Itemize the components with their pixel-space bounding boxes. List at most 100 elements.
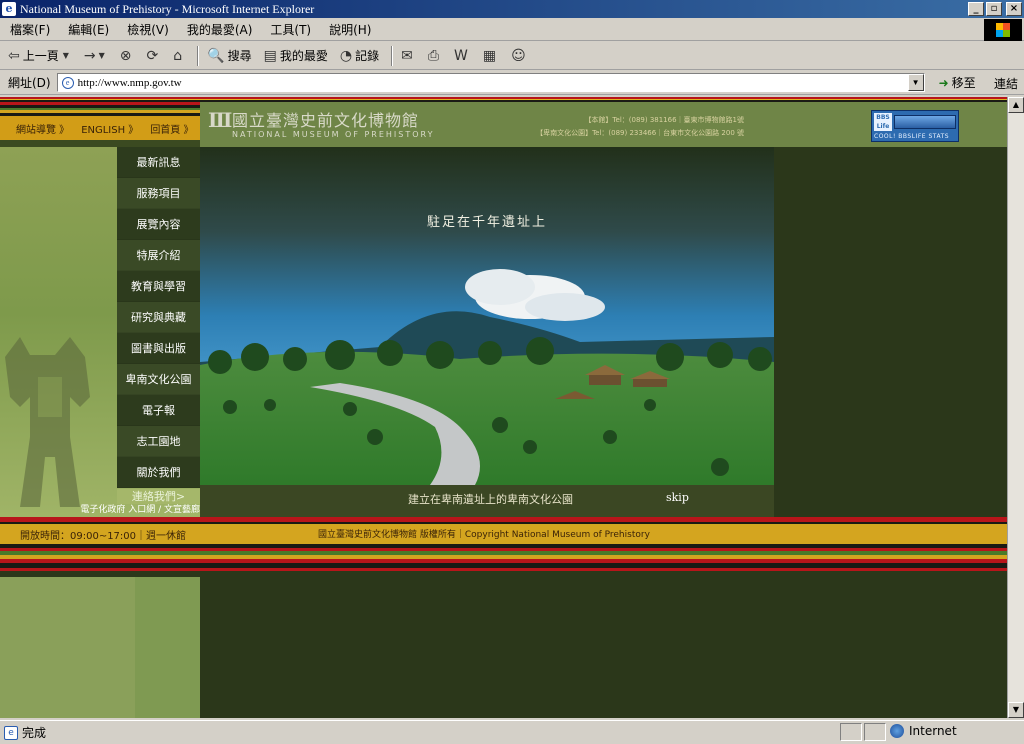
bbs-text: COOL! BBSLIFE STATS <box>874 133 950 140</box>
forward-button[interactable]: → ▼ <box>84 48 108 64</box>
home-icon: ⌂ <box>173 47 183 64</box>
menu-volunteers[interactable]: 志工園地 <box>117 426 200 457</box>
museum-name-zh: 國立臺灣史前文化博物館 <box>232 111 420 130</box>
scroll-down-button[interactable]: ▼ <box>1008 702 1024 718</box>
contact-us-link[interactable]: 連絡我們> <box>117 489 200 504</box>
window-titlebar: e National Museum of Prehistory - Micros… <box>0 0 1024 18</box>
menu-tools[interactable]: 工具(T) <box>270 21 311 38</box>
scroll-up-button[interactable]: ▲ <box>1008 97 1024 113</box>
hero-banner: 駐足在千年遺址上 建立在卑南遺址上的卑南文化公園 skip <box>200 147 774 517</box>
toolbar-separator <box>391 45 394 66</box>
menu-exhibitions[interactable]: 展覽內容 <box>117 209 200 240</box>
history-button[interactable]: ◔ 記錄 <box>340 47 379 64</box>
menu-about[interactable]: 關於我們 <box>117 457 200 488</box>
status-bar: e 完成 Internet <box>0 720 1024 744</box>
page-icon: e <box>61 76 74 89</box>
header-divider <box>0 140 200 147</box>
main-menu: 最新訊息 服務項目 展覽內容 特展介紹 教育與學習 研究與典藏 圖書與出版 卑南… <box>117 147 200 489</box>
hero-caption-bar: 建立在卑南遺址上的卑南文化公園 skip <box>200 485 774 517</box>
museum-name-en: NATIONAL MUSEUM OF PREHISTORY <box>232 130 435 139</box>
menu-help[interactable]: 說明(H) <box>329 21 371 38</box>
messenger-button[interactable]: ☺ <box>511 48 529 64</box>
search-button[interactable]: 🔍 搜尋 <box>207 47 251 64</box>
minimize-button[interactable]: _ <box>968 2 984 16</box>
menu-services[interactable]: 服務項目 <box>117 178 200 209</box>
menu-bar: 檔案(F) 編輯(E) 檢視(V) 我的最愛(A) 工具(T) 說明(H) <box>0 19 1024 41</box>
hero-title: 駐足在千年遺址上 <box>426 215 547 230</box>
header-banner: Ⅲ 國立臺灣史前文化博物館 NATIONAL MUSEUM OF PREHIST… <box>200 102 1007 147</box>
skip-link[interactable]: skip <box>666 491 689 504</box>
address-input[interactable]: e http://www.nmp.gov.tw ▼ <box>56 73 925 92</box>
status-cell <box>840 723 862 741</box>
nav-home[interactable]: 回首頁 》 <box>150 121 193 136</box>
contact-museum: 【本館】Tel：(089) 381166｜臺東市博物館路1號 <box>584 116 744 124</box>
header-nav: 網站導覽 》 ENGLISH 》 回首頁 》 <box>0 116 200 140</box>
museum-logo-icon: Ⅲ <box>208 108 233 132</box>
print-button[interactable]: ⎙ <box>428 48 442 64</box>
toolbar-separator <box>197 45 200 66</box>
menu-news[interactable]: 最新訊息 <box>117 147 200 178</box>
menu-newsletter[interactable]: 電子報 <box>117 395 200 426</box>
refresh-button[interactable]: ⟳ <box>147 48 162 64</box>
favorites-label: 我的最愛 <box>279 49 328 63</box>
mail-icon: ✉ <box>401 47 413 64</box>
home-button[interactable]: ⌂ <box>173 48 185 64</box>
status-left: e 完成 <box>4 724 46 741</box>
standard-toolbar: ⇦ 上一頁 ▼ → ▼ ⊗ ⟳ ⌂ 🔍 搜尋 ▤ 我的最愛 ◔ 記錄 ✉ ⎙ W… <box>0 42 1024 70</box>
window-controls: _ ▫ × <box>968 2 1022 16</box>
windows-logo-icon <box>984 19 1022 41</box>
menu-edit[interactable]: 編輯(E) <box>68 21 109 38</box>
links-button[interactable]: 連結 <box>994 75 1018 92</box>
egov-links[interactable]: 電子化政府 入口網 / 文宣藝廊 <box>0 503 200 517</box>
back-label: 上一頁 <box>22 49 59 63</box>
chevron-down-icon: ▼ <box>62 51 69 60</box>
search-icon: 🔍 <box>207 47 225 64</box>
window-title: National Museum of Prehistory - Microsof… <box>20 1 315 16</box>
restore-button[interactable]: ▫ <box>986 2 1002 16</box>
done-page-icon: e <box>4 725 18 740</box>
lower-right-panel <box>200 577 1007 718</box>
page-viewport: 網站導覽 》 ENGLISH 》 回首頁 》 Ⅲ 國立臺灣史前文化博物館 NAT… <box>0 97 1007 718</box>
favorites-button[interactable]: ▤ 我的最愛 <box>264 47 328 64</box>
close-button[interactable]: × <box>1006 2 1022 16</box>
refresh-icon: ⟳ <box>146 47 159 64</box>
back-button[interactable]: ⇦ 上一頁 ▼ <box>8 47 72 64</box>
stop-button[interactable]: ⊗ <box>120 48 135 64</box>
bbs-logo-icon: BBS Life <box>874 113 892 131</box>
contact-info: 【本館】Tel：(089) 381166｜臺東市博物館路1號 【卑南文化公園】T… <box>534 114 744 140</box>
bbs-bar <box>894 115 956 129</box>
menu-special-exhibitions[interactable]: 特展介紹 <box>117 240 200 271</box>
menu-beinan-park[interactable]: 卑南文化公園 <box>117 364 200 395</box>
hero-caption: 建立在卑南遺址上的卑南文化公園 <box>408 493 573 506</box>
address-dropdown-button[interactable]: ▼ <box>907 74 924 91</box>
back-arrow-icon: ⇦ <box>8 47 20 64</box>
nav-sitemap[interactable]: 網站導覽 》 <box>16 121 69 136</box>
header-stripes <box>0 102 200 116</box>
forward-arrow-icon: → <box>83 47 96 64</box>
globe-icon <box>890 724 904 738</box>
history-icon: ◔ <box>339 47 353 64</box>
menu-research[interactable]: 研究與典藏 <box>117 302 200 333</box>
bbs-stats-badge[interactable]: BBS Life COOL! BBSLIFE STATS <box>871 110 959 142</box>
menu-view[interactable]: 檢視(V) <box>127 21 169 38</box>
menu-favorites[interactable]: 我的最愛(A) <box>187 21 253 38</box>
vertical-scrollbar[interactable]: ▲ ▼ <box>1007 97 1024 718</box>
menu-library[interactable]: 圖書與出版 <box>117 333 200 364</box>
discuss-button[interactable]: ▦ <box>483 48 499 64</box>
right-panel <box>774 147 1007 517</box>
menu-file[interactable]: 檔案(F) <box>10 21 50 38</box>
footer-band: 開放時間：09:00~17:00｜週一休館 國立臺灣史前文化博物館 版權所有｜C… <box>0 517 1007 577</box>
print-icon: ⎙ <box>427 47 440 64</box>
totem-figure-icon <box>5 337 90 507</box>
edit-button[interactable]: W <box>454 48 471 64</box>
menu-education[interactable]: 教育與學習 <box>117 271 200 302</box>
header-nav-area: 網站導覽 》 ENGLISH 》 回首頁 》 <box>0 102 200 147</box>
go-button[interactable]: ➜ 移至 <box>939 74 976 91</box>
opening-hours: 開放時間：09:00~17:00｜週一休館 <box>20 531 187 542</box>
status-text: 完成 <box>22 726 47 740</box>
mail-button[interactable]: ✉ <box>401 48 416 64</box>
edit-icon: W <box>454 47 468 64</box>
nav-english[interactable]: ENGLISH 》 <box>81 121 138 136</box>
go-arrow-icon: ➜ <box>938 75 949 90</box>
copyright-notice: 國立臺灣史前文化博物館 版權所有｜Copyright National Muse… <box>318 530 650 540</box>
